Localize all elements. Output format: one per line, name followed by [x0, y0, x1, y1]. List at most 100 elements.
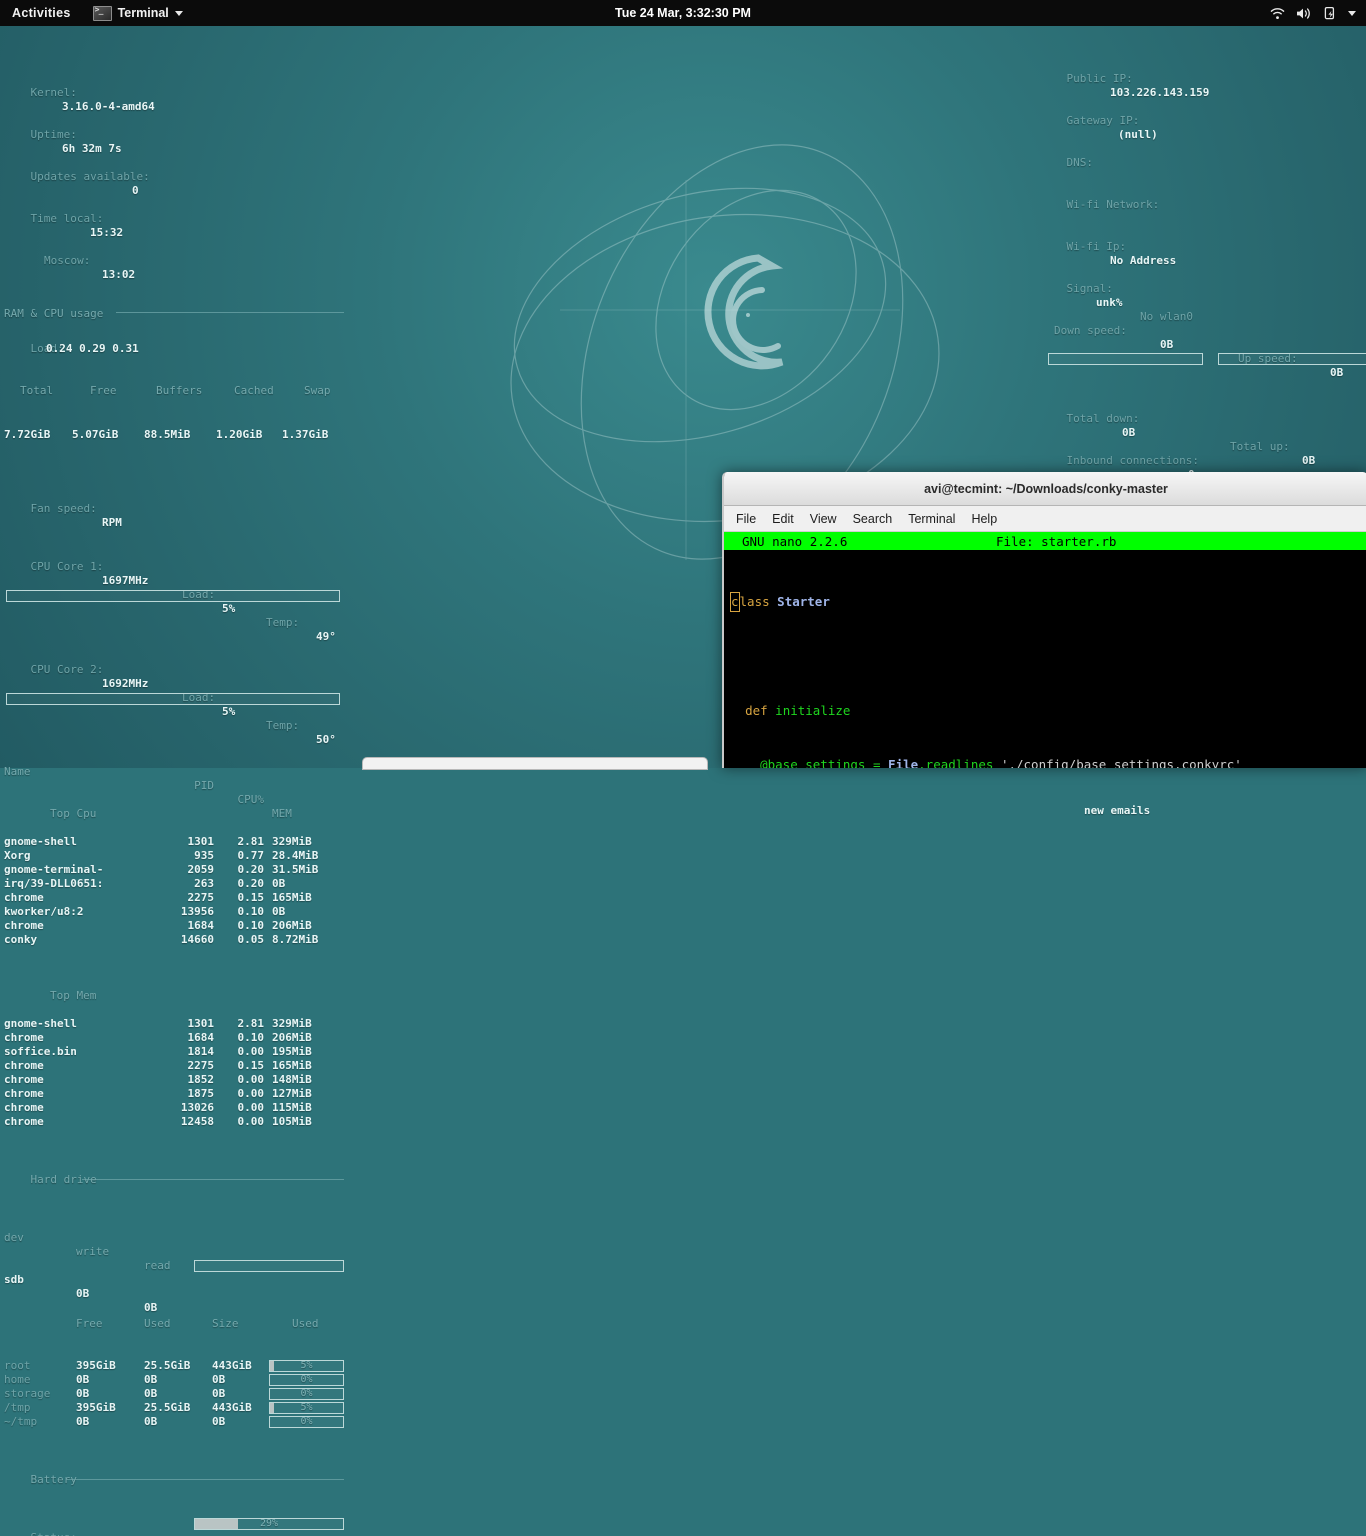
menu-help[interactable]: Help [971, 512, 997, 526]
topmem-name-7: chrome [4, 1115, 44, 1129]
dns-label: DNS: [1067, 156, 1094, 169]
updates-label: Updates available: [31, 170, 150, 183]
topmem-cpu-3: 0.15 [222, 1059, 264, 1073]
fs-pct-2: 0% [270, 1388, 343, 1400]
gnome-top-bar: Activities Terminal Tue 24 Mar, 3:32:30 … [0, 0, 1366, 26]
fs-used-3: 25.5GiB [144, 1401, 206, 1415]
gateway-ip-row: Gateway IP: (null) [1040, 100, 1366, 114]
app-menu-button[interactable]: Terminal [85, 0, 191, 26]
fs-size-1: 0B [212, 1373, 266, 1387]
conky-mem-headers-row: Total Free Buffers Cached Swap [4, 388, 360, 402]
topmem-pid-4: 1852 [164, 1073, 214, 1087]
topmem-name-5: chrome [4, 1087, 44, 1101]
topmem-pid-6: 13026 [164, 1101, 214, 1115]
fs-used-2: 0B [144, 1387, 206, 1401]
menu-search[interactable]: Search [853, 512, 893, 526]
code-readlines-call: .readlines [918, 757, 1001, 768]
conky-load-row: Load: 0.24 0.29 0.31 [4, 346, 360, 360]
proc-header-name: Name [4, 765, 31, 779]
menu-edit[interactable]: Edit [772, 512, 794, 526]
table-row: home0B0B0B0% [4, 1373, 360, 1387]
terminal-window[interactable]: avi@tecmint: ~/Downloads/conky-master Fi… [722, 472, 1366, 768]
table-row: chrome22750.15165MiB [4, 891, 360, 905]
topcpu-cpu-4: 0.15 [222, 891, 264, 905]
fs-free-3: 395GiB [76, 1401, 138, 1415]
fs-pct-0: 5% [270, 1360, 343, 1372]
fs-name-1: home [4, 1373, 31, 1387]
topcpu-pid-7: 14660 [164, 933, 214, 947]
nano-editor-area[interactable]: class Starter def initialize @base_setti… [724, 550, 1366, 768]
app-menu-label: Terminal [118, 6, 169, 20]
menu-terminal[interactable]: Terminal [908, 512, 955, 526]
top-mem-title-row: Top Mem [4, 975, 360, 989]
uptime-label: Uptime: [31, 128, 77, 141]
fs-name-4: ~/tmp [4, 1415, 37, 1429]
kernel-value: 3.16.0-4-amd64 [62, 100, 155, 114]
chevron-down-icon-tray[interactable] [1348, 11, 1356, 16]
ram-cpu-usage-header: RAM & CPU usage [4, 307, 103, 321]
conky-proc-headers-row: Name PID CPU% MEM [4, 751, 360, 765]
menu-file[interactable]: File [736, 512, 756, 526]
fs-used-1: 0B [144, 1373, 206, 1387]
core2-label: CPU Core 2: [31, 663, 104, 676]
topcpu-mem-2: 31.5MiB [272, 863, 344, 877]
code-line-4: @base_settings = File.readlines './confi… [724, 756, 1366, 768]
terminal-menubar[interactable]: File Edit View Search Terminal Help [724, 506, 1366, 532]
mem-total: 7.72GiB [4, 428, 50, 442]
fs-pct-3: 5% [270, 1402, 343, 1414]
fs-used-4: 0B [144, 1415, 206, 1429]
conky-updates-row: Updates available: 0 [4, 156, 360, 170]
dns-row: DNS: [1040, 142, 1366, 156]
conky-time-local-row: Time local: 15:32 [4, 198, 360, 212]
gateway-ip-value: (null) [1118, 128, 1158, 142]
topcpu-mem-5: 0B [272, 905, 344, 919]
hdd-dev-read: 0B [144, 1301, 206, 1315]
mem-swap: 1.37GiB [282, 428, 328, 442]
total-down-value: 0B [1122, 426, 1135, 440]
code-conkyrc-string: './config/base_settings.conkyrc' [1001, 757, 1242, 768]
mem-cached: 1.20GiB [216, 428, 262, 442]
conky-moscow-row: Moscow: 13:02 [4, 240, 360, 254]
fs-used-0: 25.5GiB [144, 1359, 206, 1373]
topmem-name-1: chrome [4, 1031, 44, 1045]
fs-headers-row: Free Used Size Used [4, 1315, 360, 1331]
conky-system-panel: Kernel: 3.16.0-4-amd64 Uptime: 6h 32m 7s… [4, 30, 360, 1536]
conky-ramcpu-header-row: RAM & CPU usage [4, 310, 360, 318]
core1-freq: 1697MHz [102, 574, 148, 588]
code-method-initialize: initialize [775, 703, 850, 718]
core2-temp: 50° [316, 733, 336, 747]
background-window-edge[interactable] [362, 757, 708, 770]
activities-button[interactable]: Activities [0, 0, 85, 26]
email-text: new emails [1084, 804, 1150, 818]
hdd-title-row: Hard drive [4, 1171, 360, 1189]
topcpu-cpu-7: 0.05 [222, 933, 264, 947]
time-local-label: Time local: [31, 212, 104, 225]
top-cpu-title: Top Cpu [50, 807, 96, 821]
hdd-io-bar [194, 1260, 344, 1272]
signal-value: unk% [1096, 296, 1123, 310]
nano-version-label: GNU nano 2.2.6 [742, 534, 847, 549]
top-mem-table: gnome-shell13012.81329MiBchrome16840.102… [4, 1017, 360, 1129]
code-line-1: class Starter [724, 592, 1366, 612]
code-class-name: Starter [777, 594, 830, 609]
topmem-mem-2: 195MiB [272, 1045, 344, 1059]
conky-kernel-row: Kernel: 3.16.0-4-amd64 [4, 72, 360, 86]
terminal-titlebar[interactable]: avi@tecmint: ~/Downloads/conky-master [724, 472, 1366, 506]
table-row: chrome16840.10206MiB [4, 1031, 360, 1045]
table-row: root395GiB25.5GiB443GiB5% [4, 1359, 360, 1373]
mem-header-swap: Swap [304, 384, 331, 398]
code-line-3: def initialize [724, 702, 1366, 720]
core2-temp-label: Temp: [266, 719, 299, 733]
topcpu-pid-3: 263 [164, 877, 214, 891]
system-tray[interactable] [1270, 6, 1366, 20]
table-row: chrome130260.00115MiB [4, 1101, 360, 1115]
conky-fan-row: Fan speed: RPM [4, 488, 360, 504]
core2-load-bar [6, 693, 340, 705]
table-row: gnome-shell13012.81329MiB [4, 835, 360, 849]
fs-size-4: 0B [212, 1415, 266, 1429]
public-ip-row: Public IP: 103.226.143.159 [1040, 58, 1366, 72]
menu-view[interactable]: View [810, 512, 837, 526]
topcpu-mem-6: 206MiB [272, 919, 344, 933]
ram-cpu-rule [116, 312, 344, 313]
conky-mem-values-row: 7.72GiB 5.07GiB 88.5MiB 1.20GiB 1.37GiB [4, 430, 360, 446]
